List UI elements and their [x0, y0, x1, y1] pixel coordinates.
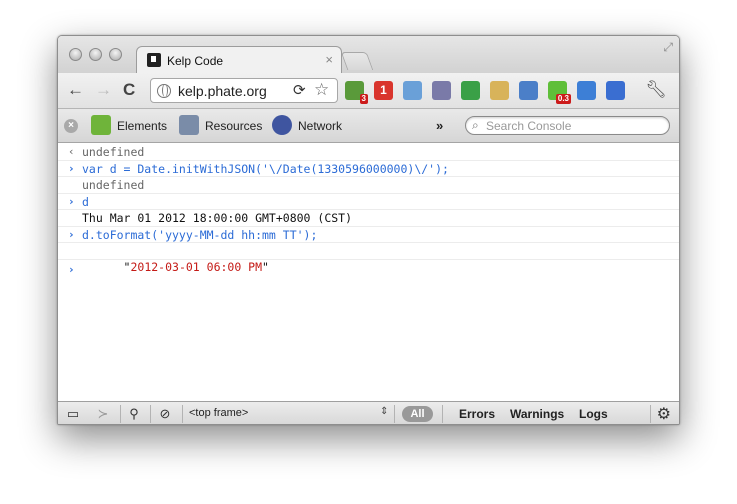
- extension-number: 1: [380, 83, 387, 97]
- panel-network[interactable]: Network: [272, 115, 352, 137]
- input-chevron-icon: ›: [68, 194, 75, 208]
- console-result: Thu Mar 01 2012 18:00:00 GMT+0800 (CST): [82, 211, 353, 225]
- search-icon: ⌕: [472, 118, 479, 132]
- close-window-button[interactable]: [69, 48, 82, 61]
- browser-window: Kelp Code × ⤢ ← → C kelp.phate.org ⟳ ☆ 3…: [57, 35, 680, 425]
- color-ext-icon[interactable]: 0.3: [548, 81, 571, 104]
- elements-icon: [91, 115, 111, 135]
- console-prompt-line[interactable]: ›: [58, 262, 679, 279]
- input-chevron-icon: ›: [68, 227, 75, 241]
- minimize-window-button[interactable]: [89, 48, 102, 61]
- console-line: undefined: [58, 177, 679, 194]
- devtools-header: × Elements Resources Network » ⌕ Search …: [58, 109, 679, 143]
- panel-elements[interactable]: Elements: [91, 115, 171, 137]
- console-output[interactable]: ‹ undefined › var d = Date.initWithJSON('\/…: [58, 144, 679, 401]
- console-line: › var d = Date.initWithJSON('\/Date(13305…: [58, 161, 679, 177]
- panel-resources[interactable]: Resources: [179, 115, 267, 137]
- console-line: Thu Mar 01 2012 18:00:00 GMT+0800 (CST): [58, 210, 679, 227]
- console-line: › d.toFormat('yyyy-MM-dd hh:mm TT');: [58, 227, 679, 243]
- wrench-menu-icon[interactable]: 🔧︎: [645, 80, 667, 100]
- number-ext-icon[interactable]: 1: [374, 81, 393, 100]
- address-bar[interactable]: kelp.phate.org ⟳ ☆: [150, 78, 338, 103]
- dock-toggle-icon[interactable]: ▭: [62, 405, 84, 423]
- new-tab-button[interactable]: [340, 52, 374, 70]
- search-console-placeholder: Search Console: [486, 119, 572, 133]
- console-result: undefined: [82, 178, 145, 192]
- tab-kelp-code[interactable]: Kelp Code ×: [136, 46, 342, 74]
- tab-title: Kelp Code: [167, 54, 224, 68]
- prompt-chevron-icon: ›: [68, 262, 75, 276]
- search-console-input[interactable]: ⌕ Search Console: [465, 116, 670, 135]
- filter-warnings-button[interactable]: Warnings: [510, 407, 564, 421]
- forward-button[interactable]: →: [95, 80, 112, 100]
- more-panels-icon[interactable]: »: [436, 118, 443, 133]
- globe-icon: [157, 84, 171, 98]
- browser-toolbar: ← → C kelp.phate.org ⟳ ☆ 3 1 0.3 🔧︎: [58, 73, 679, 109]
- user-block-ext-icon[interactable]: [432, 81, 451, 100]
- page-refresh-icon[interactable]: ⟳: [293, 81, 306, 99]
- badge-ext-icon[interactable]: 3: [345, 81, 368, 104]
- console-command: d: [82, 194, 89, 209]
- devtools-status-bar: ▭ ≻ ⚲ ⊘ <top frame> ⇕ All Errors Warning…: [58, 401, 679, 424]
- sync-ext-icon[interactable]: [461, 81, 480, 100]
- panel-resources-label: Resources: [205, 119, 263, 133]
- input-chevron-icon: ›: [68, 161, 75, 175]
- console-result-line: "2012-03-01 06:00 PM": [58, 243, 679, 274]
- extension-badge: 3: [359, 94, 368, 104]
- filter-logs-button[interactable]: Logs: [579, 407, 608, 421]
- extension-badge: 0.3: [555, 94, 571, 104]
- bookmark-star-ext-icon[interactable]: [606, 81, 625, 100]
- reload-button[interactable]: C: [123, 80, 135, 100]
- download-ext-icon[interactable]: [577, 81, 596, 100]
- zoom-window-button[interactable]: [109, 48, 122, 61]
- frame-selector-arrow-icon[interactable]: ⇕: [380, 406, 388, 417]
- console-line: › d: [58, 194, 679, 210]
- tab-close-icon[interactable]: ×: [325, 52, 333, 67]
- back-button[interactable]: ←: [67, 80, 84, 100]
- console-line: ‹ undefined: [58, 144, 679, 161]
- panel-elements-label: Elements: [117, 119, 168, 133]
- inspect-ext-icon[interactable]: [519, 81, 538, 100]
- console-command: var d = Date.initWithJSON('\/Date(133059…: [82, 161, 449, 176]
- cookie-ext-icon[interactable]: [490, 81, 509, 100]
- fullscreen-icon[interactable]: ⤢: [663, 40, 673, 55]
- output-chevron-icon: ‹: [68, 145, 75, 158]
- bookmark-star-icon[interactable]: ☆: [314, 80, 329, 100]
- inspect-search-icon[interactable]: ⚲: [123, 405, 145, 423]
- console-result: undefined: [82, 145, 145, 159]
- panel-network-label: Network: [298, 119, 343, 133]
- tab-strip: Kelp Code × ⤢: [58, 36, 679, 74]
- frame-selector[interactable]: <top frame>: [189, 407, 248, 419]
- filter-errors-button[interactable]: Errors: [459, 407, 495, 421]
- show-console-icon[interactable]: ≻: [92, 405, 114, 423]
- address-url[interactable]: kelp.phate.org: [178, 83, 267, 99]
- clear-console-icon[interactable]: ⊘: [154, 405, 176, 423]
- resources-icon: [179, 115, 199, 135]
- filter-all-button[interactable]: All: [402, 406, 433, 422]
- site-favicon-icon: [147, 53, 161, 67]
- console-command: d.toFormat('yyyy-MM-dd hh:mm TT');: [82, 227, 318, 242]
- devtools-close-icon[interactable]: ×: [64, 119, 78, 133]
- network-icon: [272, 115, 292, 135]
- puzzle-ext-icon[interactable]: [403, 81, 422, 100]
- settings-gear-icon[interactable]: ⚙︎: [657, 404, 671, 424]
